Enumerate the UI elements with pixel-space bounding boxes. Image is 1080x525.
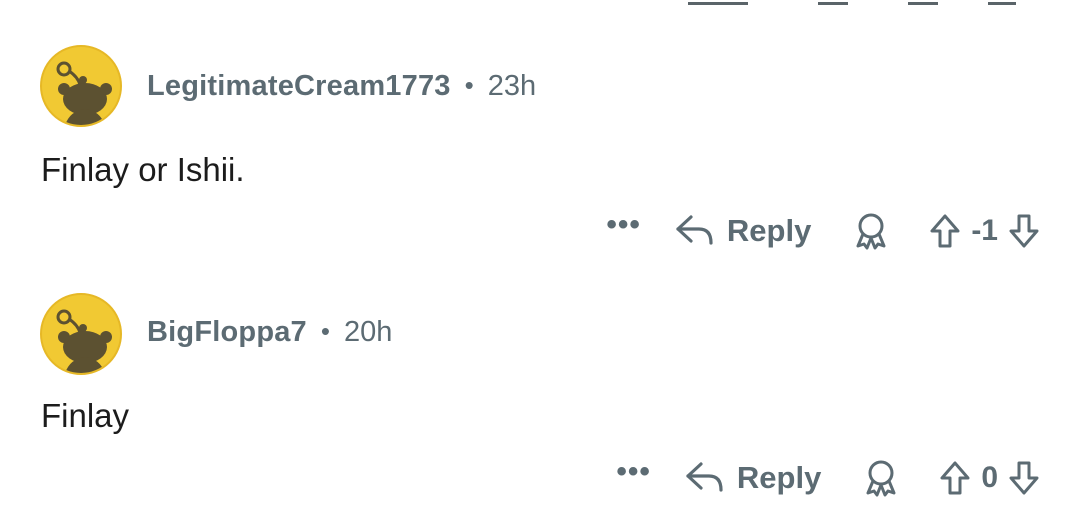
comment: LegitimateCream1773 • 23h Finlay or Ishi… bbox=[0, 0, 1080, 250]
reply-arrow-icon bbox=[675, 213, 715, 249]
reply-button[interactable]: Reply bbox=[675, 213, 811, 249]
upvote-icon[interactable] bbox=[939, 460, 971, 496]
comment-meta: LegitimateCream1773 • 23h bbox=[147, 70, 536, 103]
reply-arrow-icon bbox=[685, 460, 725, 496]
comment-actions: ••• Reply -1 bbox=[606, 210, 1040, 250]
downvote-icon[interactable] bbox=[1008, 460, 1040, 496]
comment-body: Finlay bbox=[41, 397, 130, 434]
username[interactable]: LegitimateCream1773 bbox=[147, 70, 451, 103]
snoo-avatar-icon bbox=[56, 61, 112, 125]
vote-controls: 0 bbox=[939, 460, 1040, 496]
comment-body: Finlay or Ishii. bbox=[41, 151, 245, 188]
avatar[interactable] bbox=[40, 45, 122, 127]
upvote-icon[interactable] bbox=[929, 213, 961, 249]
reply-label: Reply bbox=[726, 213, 812, 248]
reply-label: Reply bbox=[736, 460, 822, 495]
vote-controls: -1 bbox=[929, 213, 1040, 249]
vote-score: 0 bbox=[981, 461, 998, 494]
vote-score: -1 bbox=[971, 214, 998, 247]
comment: BigFloppa7 • 20h Finlay ••• Reply 0 bbox=[0, 248, 1080, 498]
comment-actions: ••• Reply 0 bbox=[616, 457, 1040, 497]
meta-separator: • bbox=[464, 69, 474, 100]
username[interactable]: BigFloppa7 bbox=[147, 316, 307, 349]
avatar[interactable] bbox=[40, 293, 122, 375]
award-icon[interactable] bbox=[863, 459, 899, 497]
downvote-icon[interactable] bbox=[1008, 213, 1040, 249]
more-options-button[interactable]: ••• bbox=[616, 457, 651, 487]
snoo-avatar-icon bbox=[56, 309, 112, 373]
comment-meta: BigFloppa7 • 20h bbox=[147, 316, 392, 349]
award-icon[interactable] bbox=[853, 212, 889, 250]
meta-separator: • bbox=[320, 315, 330, 346]
more-options-button[interactable]: ••• bbox=[606, 210, 641, 240]
timestamp: 23h bbox=[487, 70, 537, 102]
timestamp: 20h bbox=[344, 316, 393, 348]
reply-button[interactable]: Reply bbox=[685, 460, 821, 496]
